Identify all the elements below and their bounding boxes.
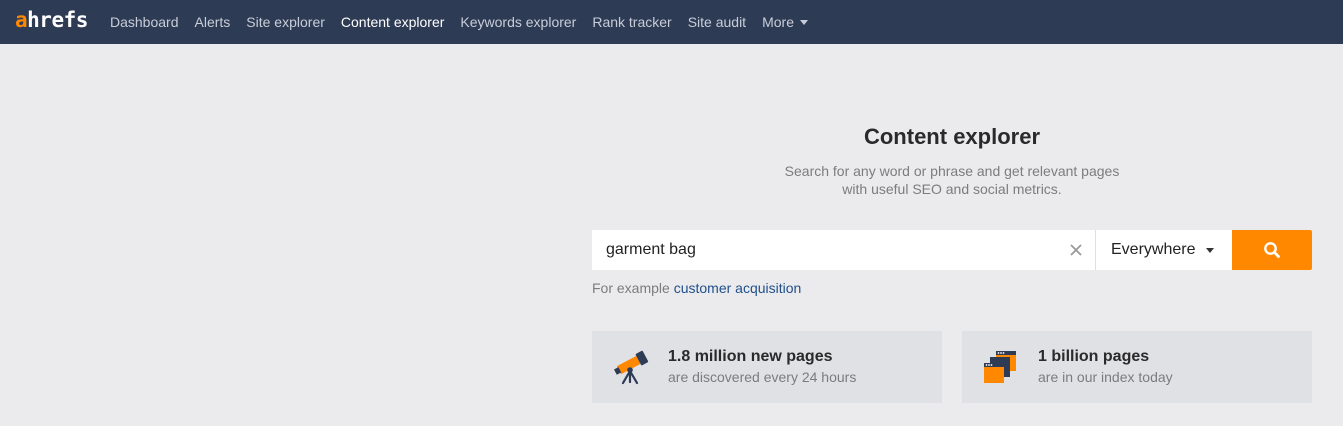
example-prefix: For example xyxy=(592,280,670,296)
subtitle-line-2: with useful SEO and social metrics. xyxy=(842,181,1062,197)
nav-item-site-audit[interactable]: Site audit xyxy=(688,14,746,30)
nav-item-alerts[interactable]: Alerts xyxy=(195,14,231,30)
telescope-icon xyxy=(613,350,649,385)
stat-text: 1 billion pages are in our index today xyxy=(1038,347,1173,387)
page-title: Content explorer xyxy=(863,124,1041,149)
stat-card-new-pages: 1.8 million new pages are discovered eve… xyxy=(592,331,942,403)
stat-title: 1 billion pages xyxy=(1038,348,1150,365)
subtitle-line-1: Search for any word or phrase and get re… xyxy=(784,163,1120,179)
close-icon[interactable] xyxy=(1066,240,1086,260)
chevron-down-icon xyxy=(799,20,808,25)
stat-text: 1.8 million new pages are discovered eve… xyxy=(668,347,856,387)
search-icon xyxy=(1264,242,1280,258)
example-link[interactable]: customer acquisition xyxy=(674,280,802,296)
search-scope-value: Everywhere xyxy=(1111,241,1196,258)
logo-prefix: a xyxy=(15,8,28,32)
search-example: For example customer acquisition xyxy=(592,280,801,296)
nav-item-content-explorer[interactable]: Content explorer xyxy=(341,14,445,30)
logo-rest: hrefs xyxy=(27,8,88,32)
page-subtitle: Search for any word or phrase and get re… xyxy=(592,162,1312,198)
browser-pages-icon xyxy=(984,351,1016,383)
nav-item-more[interactable]: More xyxy=(762,14,808,30)
search-bar: Everywhere xyxy=(592,230,1312,270)
nav-item-dashboard[interactable]: Dashboard xyxy=(110,14,179,30)
ahrefs-logo[interactable]: ahrefs xyxy=(15,9,88,31)
search-button[interactable] xyxy=(1232,230,1312,270)
stat-card-index-pages: 1 billion pages are in our index today xyxy=(962,331,1312,403)
top-navigation-bar: ahrefs Dashboard Alerts Site explorer Co… xyxy=(0,0,1343,44)
search-scope-select[interactable]: Everywhere xyxy=(1095,230,1232,270)
nav-item-site-explorer[interactable]: Site explorer xyxy=(246,14,325,30)
chevron-down-icon xyxy=(1206,248,1215,253)
nav-more-label: More xyxy=(762,14,794,30)
stat-title: 1.8 million new pages xyxy=(668,348,833,365)
stat-subtitle: are discovered every 24 hours xyxy=(668,369,857,385)
main-nav: Dashboard Alerts Site explorer Content e… xyxy=(110,0,824,44)
nav-item-keywords-explorer[interactable]: Keywords explorer xyxy=(460,14,576,30)
search-input[interactable] xyxy=(592,230,1095,270)
stat-subtitle: are in our index today xyxy=(1038,369,1173,385)
nav-item-rank-tracker[interactable]: Rank tracker xyxy=(592,14,671,30)
